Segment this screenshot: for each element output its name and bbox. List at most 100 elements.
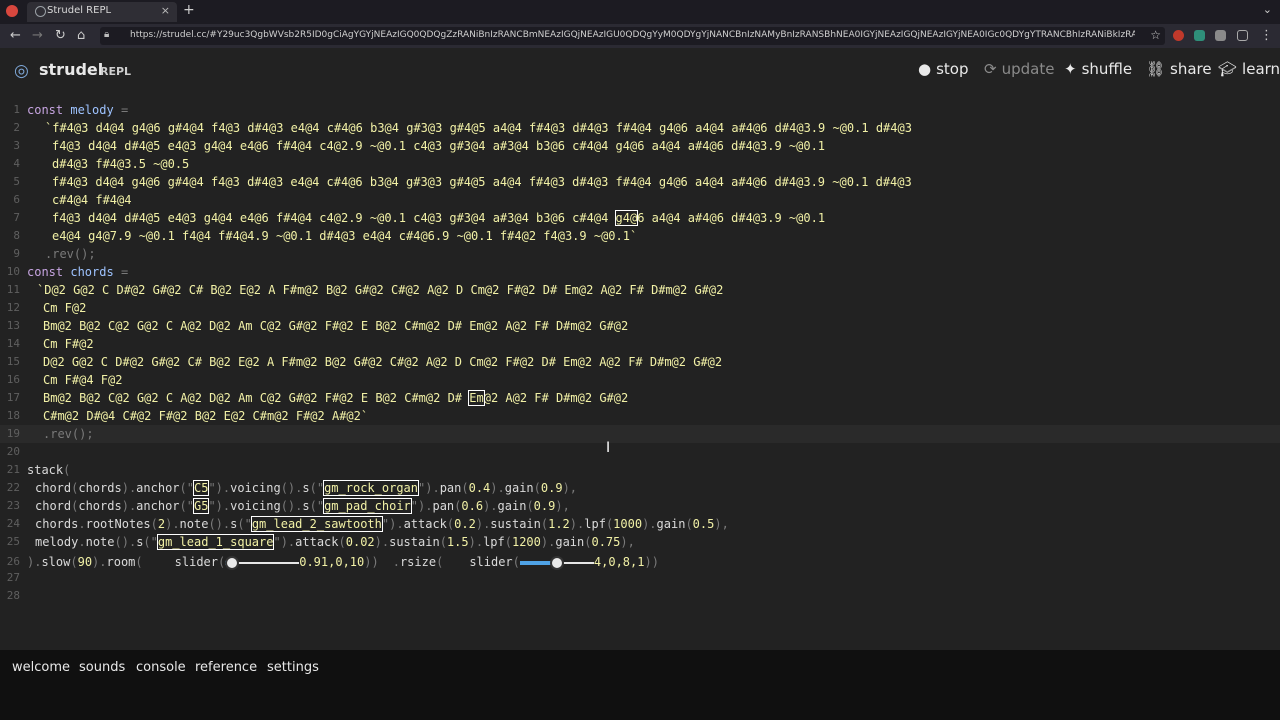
extension-icon-1[interactable] [1173, 30, 1184, 41]
code-line[interactable]: 12 Cm F@2 [0, 299, 1280, 317]
token: ). [121, 499, 137, 513]
code-line[interactable]: 4 d#4@3 f#4@3.5 ~@0.5 [0, 155, 1280, 173]
bookmark-star-icon[interactable]: ☆ [1150, 28, 1161, 42]
room-slider[interactable] [225, 555, 300, 570]
slider-thumb[interactable] [225, 555, 240, 570]
url-bar[interactable]: 🔒︎ https://strudel.cc/#Y29uc3QgbWVsb2R5I… [100, 27, 1165, 45]
code-line[interactable]: 7 f4@3 d4@4 d#4@5 e4@3 g4@4 e4@6 f#4@4 c… [0, 209, 1280, 227]
line-number: 22 [6, 481, 20, 494]
home-icon[interactable]: ⌂ [77, 28, 85, 43]
extension-icon-2[interactable] [1194, 30, 1205, 41]
tab-list-chevron-icon[interactable]: ⌄ [1263, 3, 1272, 16]
line-number: 1 [13, 103, 20, 116]
token: pan [432, 499, 455, 513]
tab-console[interactable]: console [136, 660, 186, 675]
token: ( [685, 517, 693, 531]
rsize-slider[interactable] [519, 555, 594, 570]
token: s [302, 499, 310, 513]
string-text: `D@2 G@2 C D#@2 G#@2 C# B@2 E@2 A F#m@2 … [37, 283, 724, 297]
code-line[interactable]: 13 Bm@2 B@2 C@2 G@2 C A@2 D@2 Am C@2 G#@… [0, 317, 1280, 335]
code-line[interactable]: 21 stack( [0, 461, 1280, 479]
tab-close-icon[interactable]: × [161, 4, 170, 17]
code-line[interactable]: 15 D@2 G@2 C D#@2 G#@2 C# B@2 E@2 A F#m@… [0, 353, 1280, 371]
code-line[interactable]: 22 chord(chords).anchor("C5").voicing().… [0, 479, 1280, 497]
token: (" [309, 499, 325, 513]
reload-icon[interactable]: ↻ [55, 28, 66, 43]
token: ). [92, 555, 107, 569]
token: chord [35, 499, 72, 513]
token: (). [280, 499, 303, 513]
extension-icon-3[interactable] [1215, 30, 1226, 41]
line-number: 8 [13, 229, 20, 242]
code-line[interactable]: 23 chord(chords).anchor("G5").voicing().… [0, 497, 1280, 515]
token: (). [208, 517, 231, 531]
token: ( [218, 555, 226, 569]
code-line[interactable]: 27 [0, 569, 1280, 587]
line-number: 20 [6, 445, 20, 458]
token: ). [490, 481, 505, 495]
string-text: f#4@3 d4@4 g4@6 g#4@4 f4@3 d#4@3 e4@4 c#… [52, 175, 912, 189]
token: "). [208, 499, 231, 513]
code-line[interactable]: 24 chords.rootNotes(2).note().s("gm_lead… [0, 515, 1280, 533]
line-number: 16 [6, 373, 20, 386]
line-number: 10 [6, 265, 20, 278]
code-line[interactable]: 9 .rev(); [0, 245, 1280, 263]
code-line[interactable]: 8 e4@4 g4@7.9 ~@0.1 f4@4 f#4@4.9 ~@0.1 d… [0, 227, 1280, 245]
tab-sounds[interactable]: sounds [79, 660, 125, 675]
app-header: ◎ strudel REPL ● stop ⟳ update ✦ shuffle ⛓ s… [0, 48, 1280, 92]
code-line[interactable]: 14 Cm F#@2 [0, 335, 1280, 353]
slider-thumb[interactable] [549, 555, 564, 570]
code-line[interactable]: 3 f4@3 d4@4 d#4@5 e4@3 g4@4 e4@6 f#4@4 c… [0, 137, 1280, 155]
code-line[interactable]: 5 f#4@3 d4@4 g4@6 g#4@4 f4@3 d#4@3 e4@4 … [0, 173, 1280, 191]
code-line[interactable]: 28 [0, 587, 1280, 605]
learn-button[interactable]: 🎓︎ learn [1218, 60, 1280, 78]
code-line[interactable]: 17 Bm@2 B@2 C@2 G@2 C A@2 D@2 Am C@2 G#@… [0, 389, 1280, 407]
token: 0.5 [692, 517, 715, 531]
code-line[interactable]: 10 const chords = [0, 263, 1280, 281]
code-line[interactable]: 20 [0, 443, 1280, 461]
browser-menu-icon[interactable]: ⋮ [1260, 28, 1273, 43]
token: anchor [136, 499, 180, 513]
stop-button[interactable]: ● stop [918, 60, 969, 78]
token: 2 [157, 517, 166, 531]
line-number: 12 [6, 301, 20, 314]
share-button[interactable]: ⛓ share [1146, 60, 1212, 78]
browser-menu-icon[interactable] [6, 5, 18, 17]
string-text: f4@3 d4@4 d#4@5 e4@3 g4@4 e4@6 f#4@4 c4@… [52, 211, 616, 225]
tab-favicon-icon [35, 6, 46, 17]
extensions-puzzle-icon[interactable] [1237, 30, 1248, 41]
code-line[interactable]: 6 c#4@4 f#4@4 [0, 191, 1280, 209]
code-line-active[interactable]: 19 .rev(); [0, 425, 1280, 443]
token: rootNotes [85, 517, 151, 531]
tab-welcome[interactable]: welcome [12, 660, 70, 675]
token: note [85, 535, 115, 549]
code-line[interactable]: 16 Cm F#@4 F@2 [0, 371, 1280, 389]
token: lpf [584, 517, 606, 531]
token: gain [555, 535, 585, 549]
token: gain [504, 481, 534, 495]
stop-icon: ● [918, 60, 932, 78]
code-line[interactable]: 11 `D@2 G@2 C D#@2 G#@2 C# B@2 E@2 A F#m… [0, 281, 1280, 299]
update-button[interactable]: ⟳ update [984, 60, 1054, 78]
token: slow [41, 555, 71, 569]
code-line[interactable]: 25 melody.note().s("gm_lead_1_square").a… [0, 533, 1280, 551]
new-tab-icon[interactable]: + [183, 2, 195, 18]
back-icon[interactable]: ← [10, 28, 21, 43]
string-highlight: gm_rock_organ [323, 480, 419, 496]
string-highlight: G5 [192, 498, 210, 514]
browser-tab[interactable]: Strudel REPL × [27, 2, 177, 22]
token: 1200 [511, 535, 541, 549]
token: chords [78, 481, 122, 495]
url-text[interactable]: https://strudel.cc/#Y29uc3QgbWVsb2R5ID0g… [130, 30, 1135, 40]
code-editor[interactable]: 1 const melody = 2 `f#4@3 d4@4 g4@6 g#4@… [0, 100, 1280, 610]
token: ( [150, 517, 158, 531]
code-line[interactable]: 18 C#m@2 D#@4 C#@2 F#@2 B@2 E@2 C#m@2 F#… [0, 407, 1280, 425]
code-line[interactable]: 1 const melody = [0, 101, 1280, 119]
forward-icon[interactable]: → [32, 28, 43, 43]
shuffle-button[interactable]: ✦ shuffle [1064, 60, 1132, 78]
token: ( [526, 499, 534, 513]
token: 0.75 [591, 535, 621, 549]
code-line[interactable]: 2 `f#4@3 d4@4 g4@6 g#4@4 f4@3 d#4@3 e4@4… [0, 119, 1280, 137]
tab-reference[interactable]: reference [195, 660, 257, 675]
tab-settings[interactable]: settings [267, 660, 319, 675]
